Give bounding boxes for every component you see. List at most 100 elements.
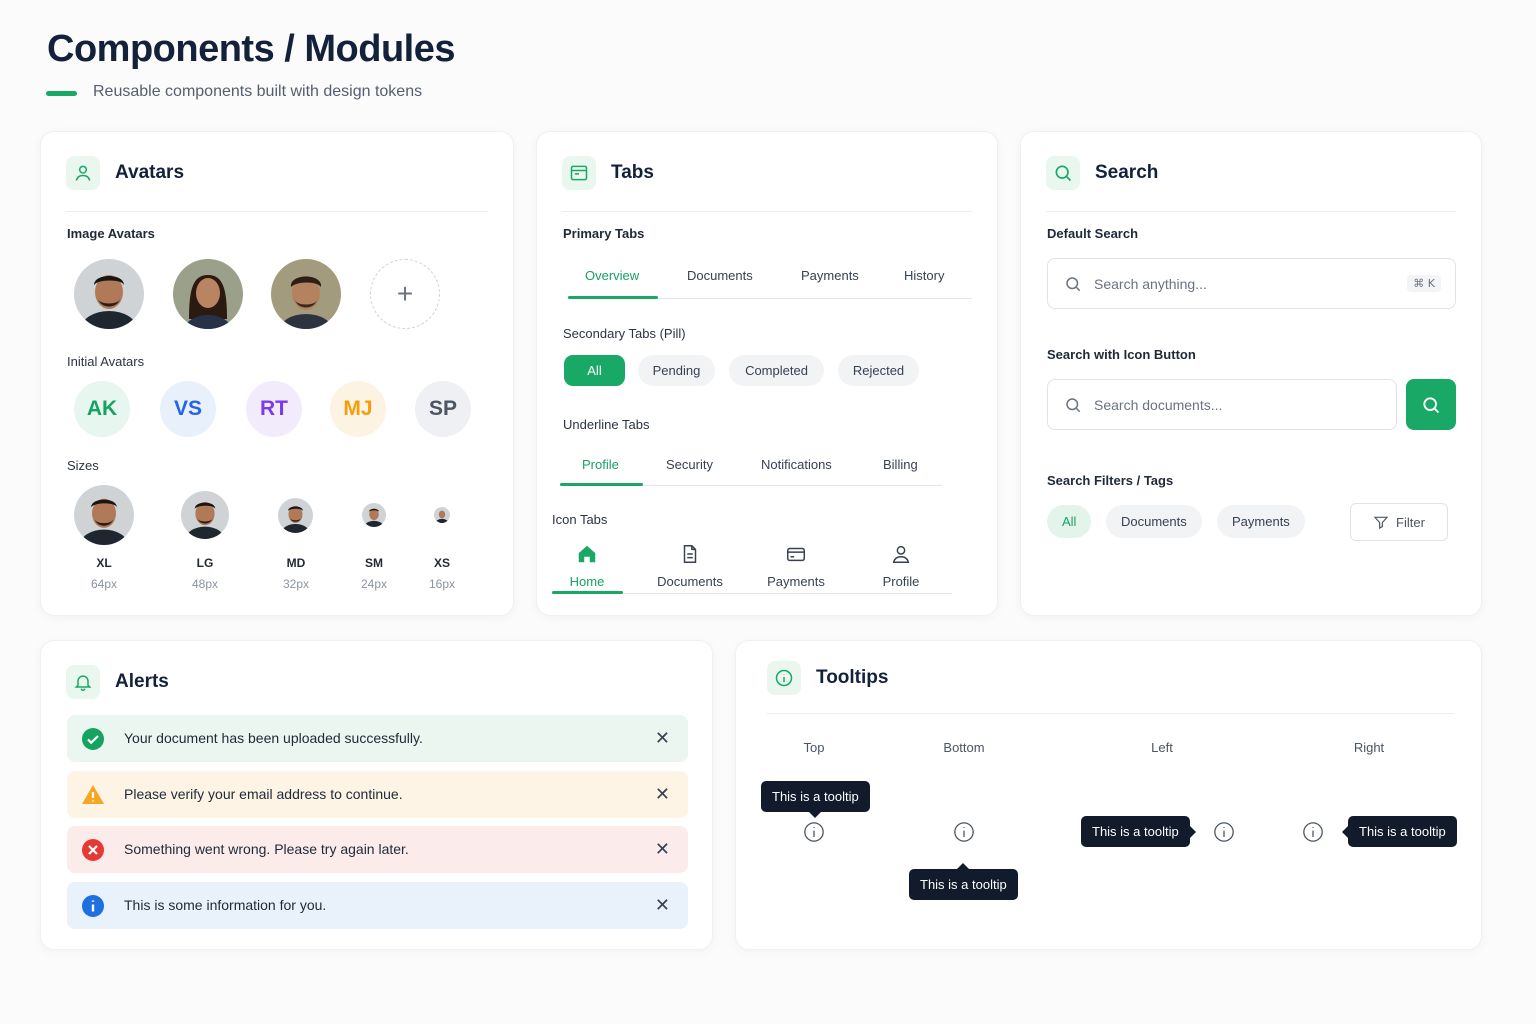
secondary-tab-pill[interactable]: Rejected [838, 355, 919, 386]
search-icon [1421, 395, 1441, 415]
search-icon [1046, 156, 1080, 190]
avatar-man-1[interactable] [74, 259, 144, 329]
tooltip-position-bottom: Bottom [943, 740, 985, 755]
search-title: Search [1095, 162, 1159, 183]
secondary-tab-pill[interactable]: Completed [729, 355, 824, 386]
info-icon [767, 661, 801, 695]
alerts-card: Alerts Your document has been uploaded s… [40, 640, 713, 950]
close-icon[interactable]: ✕ [655, 727, 670, 749]
underline-tab[interactable]: Profile [582, 457, 619, 472]
search-card: Search Default Search Search anything...… [1020, 131, 1482, 616]
search-tag[interactable]: Documents [1106, 505, 1202, 538]
close-icon[interactable]: ✕ [655, 894, 670, 916]
info-icon[interactable] [1213, 821, 1235, 843]
filter-button[interactable]: Filter [1350, 503, 1448, 541]
filter-button-label: Filter [1396, 514, 1425, 530]
initial-avatar[interactable]: SP [415, 381, 471, 437]
search-tag[interactable]: All [1047, 505, 1092, 538]
search-icon [1064, 396, 1082, 414]
avatar-size-md[interactable] [278, 498, 313, 533]
add-avatar-button[interactable]: + [370, 259, 440, 329]
default-search-input[interactable]: Search anything... ⌘ K [1047, 258, 1456, 309]
alert-success: Your document has been uploaded successf… [67, 715, 688, 762]
initial-avatar[interactable]: VS [160, 381, 216, 437]
search-icon [1064, 275, 1082, 293]
sizes-label: Sizes [67, 458, 99, 473]
alerts-title: Alerts [115, 671, 169, 692]
image-avatars-label: Image Avatars [67, 226, 155, 241]
user-icon [890, 545, 912, 569]
avatar-size-xl[interactable] [74, 485, 134, 545]
alert-error: Something went wrong. Please try again l… [67, 826, 688, 874]
search-placeholder: Search anything... [1094, 275, 1207, 292]
search-icon-button-label: Search with Icon Button [1047, 347, 1196, 362]
page-subtitle: Reusable components built with design to… [93, 83, 423, 100]
avatar-size-px: 32px [282, 577, 310, 591]
window-icon [562, 156, 596, 190]
underline-tabs-label: Underline Tabs [563, 417, 650, 432]
icon-tab-label: Profile [882, 574, 920, 589]
alert-info: This is some information for you. ✕ [67, 882, 688, 930]
avatars-title: Avatars [115, 162, 185, 183]
tooltips-card: Tooltips Top Bottom Left Right This is a… [735, 640, 1482, 950]
initial-avatar[interactable]: RT [246, 381, 302, 437]
tabs-card-header: Tabs [562, 156, 972, 212]
secondary-tab-pill[interactable]: All [564, 355, 625, 386]
initial-avatar[interactable]: AK [74, 381, 130, 437]
avatar-size-name: XL [96, 556, 112, 570]
info-icon[interactable] [1302, 821, 1324, 843]
avatars-card-header: Avatars [66, 156, 488, 212]
primary-tab[interactable]: History [904, 268, 944, 283]
avatar-size-px: 64px [90, 577, 118, 591]
icon-tab-documents[interactable]: Documents [645, 543, 735, 589]
close-icon[interactable]: ✕ [655, 838, 670, 860]
icon-tab-active-indicator [552, 591, 623, 594]
documents-search-input[interactable]: Search documents... [1047, 379, 1397, 430]
underline-tab[interactable]: Security [666, 457, 713, 472]
avatar-size-px: 16px [428, 577, 456, 591]
underline-tab[interactable]: Billing [883, 457, 918, 472]
tooltip-top: This is a tooltip [761, 781, 870, 818]
primary-tab[interactable]: Payments [801, 268, 859, 283]
underline-tab[interactable]: Notifications [761, 457, 832, 472]
tooltip-left: This is a tooltip [1081, 816, 1196, 847]
alert-message: Please verify your email address to cont… [124, 785, 403, 802]
error-circle-icon [81, 838, 105, 862]
alert-message: This is some information for you. [124, 897, 327, 914]
icon-tab-label: Documents [657, 574, 723, 589]
tabs-card: Tabs Primary Tabs Overview Documents Payme… [536, 131, 998, 616]
credit-card-icon [785, 547, 807, 569]
icon-tab-payments[interactable]: Payments [751, 543, 841, 589]
alert-message: Your document has been uploaded successf… [124, 730, 423, 746]
search-tag[interactable]: Payments [1217, 505, 1305, 538]
filter-icon [1373, 514, 1389, 530]
primary-tab[interactable]: Documents [687, 268, 753, 283]
icon-tab-home[interactable]: Home [542, 543, 632, 589]
avatar-man-2[interactable] [271, 259, 341, 329]
alert-warning: Please verify your email address to cont… [67, 770, 688, 818]
avatar-size-px: 24px [360, 577, 388, 591]
tooltip-position-right: Right [1353, 740, 1385, 755]
tooltip-right: This is a tooltip [1342, 816, 1457, 847]
avatar-size-xs[interactable] [434, 507, 450, 523]
avatar-woman[interactable] [173, 259, 243, 329]
info-circle-icon [81, 894, 105, 918]
info-icon[interactable] [803, 821, 825, 843]
info-icon[interactable] [953, 821, 975, 843]
close-icon[interactable]: ✕ [655, 783, 670, 805]
search-placeholder: Search documents... [1094, 396, 1223, 413]
tooltips-title: Tooltips [816, 667, 889, 688]
search-submit-button[interactable] [1406, 379, 1456, 430]
icon-tab-profile[interactable]: Profile [856, 543, 946, 589]
avatar-size-px: 48px [191, 577, 219, 591]
secondary-tab-pill[interactable]: Pending [638, 355, 715, 386]
tooltip-bottom: This is a tooltip [909, 863, 1018, 900]
document-icon [679, 545, 701, 569]
initial-avatar[interactable]: MJ [330, 381, 386, 437]
avatar-size-name: SM [365, 556, 383, 570]
primary-tab[interactable]: Overview [585, 268, 639, 283]
avatar-size-lg[interactable] [181, 491, 229, 539]
bell-icon [66, 665, 100, 699]
alert-message: Something went wrong. Please try again l… [124, 841, 409, 858]
avatar-size-sm[interactable] [362, 503, 386, 527]
